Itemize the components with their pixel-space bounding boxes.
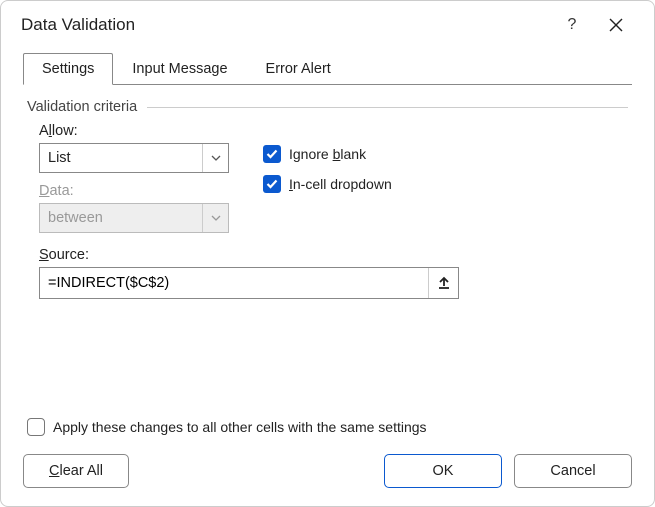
dialog-body: Settings Input Message Error Alert Valid… (1, 45, 654, 454)
chevron-down-icon (202, 204, 228, 232)
checkbox-checked-icon (263, 145, 281, 163)
apply-all-row[interactable]: Apply these changes to all other cells w… (23, 418, 632, 454)
ignore-blank-label: Ignore blank (289, 146, 366, 162)
checkbox-checked-icon (263, 175, 281, 193)
close-button[interactable] (594, 9, 638, 41)
cancel-button[interactable]: Cancel (514, 454, 632, 488)
chevron-down-icon (202, 144, 228, 172)
tab-error-alert[interactable]: Error Alert (247, 53, 350, 85)
allow-col: Allow: List Data: between (39, 123, 229, 233)
data-label: Data: (39, 183, 229, 199)
help-icon: ? (568, 16, 577, 34)
source-input-wrap (39, 267, 459, 299)
data-select: between (39, 203, 229, 233)
help-button[interactable]: ? (550, 9, 594, 41)
incell-dropdown-label: In-cell dropdown (289, 176, 392, 192)
range-picker-button[interactable] (428, 268, 458, 298)
criteria-row: Allow: List Data: between (27, 123, 628, 233)
incell-dropdown-checkbox[interactable]: In-cell dropdown (263, 175, 392, 193)
close-icon (609, 18, 623, 32)
group-validation-criteria: Validation criteria (27, 99, 628, 115)
settings-panel: Validation criteria Allow: List Data: (23, 85, 632, 418)
checks-col: Ignore blank In-cell dropdown (263, 123, 392, 205)
source-input[interactable] (40, 268, 428, 298)
ignore-blank-checkbox[interactable]: Ignore blank (263, 145, 392, 163)
allow-select[interactable]: List (39, 143, 229, 173)
titlebar: Data Validation ? (1, 1, 654, 45)
source-row: Source: (27, 247, 628, 299)
checkbox-unchecked-icon (27, 418, 45, 436)
ok-button[interactable]: OK (384, 454, 502, 488)
apply-all-label: Apply these changes to all other cells w… (53, 419, 427, 435)
tab-settings[interactable]: Settings (23, 53, 113, 85)
dialog-title: Data Validation (21, 15, 550, 35)
tab-input-message[interactable]: Input Message (113, 53, 246, 85)
clear-all-button[interactable]: Clear All (23, 454, 129, 488)
data-validation-dialog: Data Validation ? Settings Input Message… (0, 0, 655, 507)
tab-strip: Settings Input Message Error Alert (23, 53, 632, 85)
allow-label: Allow: (39, 123, 229, 139)
range-picker-icon (437, 276, 451, 290)
source-label: Source: (39, 247, 628, 263)
dialog-footer: Clear All OK Cancel (1, 454, 654, 506)
